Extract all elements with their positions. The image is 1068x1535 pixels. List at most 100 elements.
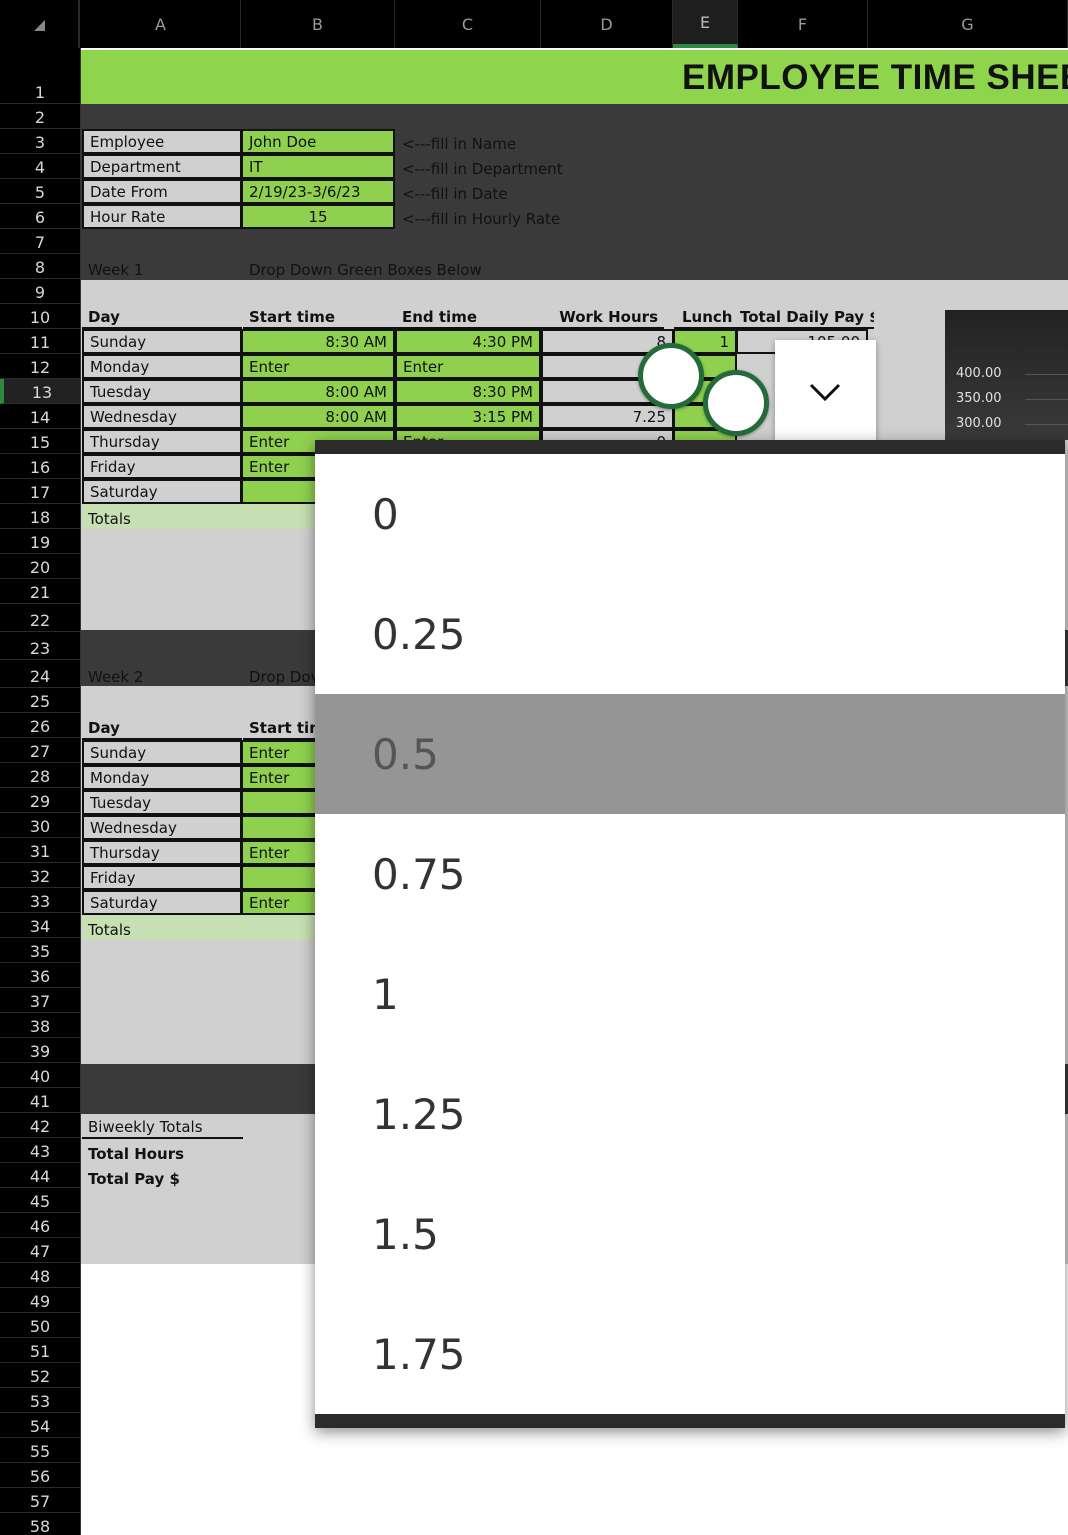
dropdown-option[interactable]: 1.25 bbox=[315, 1054, 1065, 1174]
week2-totals-label[interactable]: Totals bbox=[82, 915, 322, 940]
week1-start-cell[interactable]: Enter bbox=[241, 354, 395, 379]
row-header-35[interactable]: 35 bbox=[0, 938, 80, 963]
week2-day-cell[interactable]: Friday bbox=[82, 865, 242, 890]
week2-day-cell[interactable]: Monday bbox=[82, 765, 242, 790]
week2-start-cell[interactable]: Enter bbox=[241, 890, 321, 915]
row-header-34[interactable]: 34 bbox=[0, 913, 80, 938]
week1-end-cell[interactable]: 3:15 PM bbox=[395, 404, 541, 429]
row-header-29[interactable]: 29 bbox=[0, 788, 80, 813]
week2-start-cell[interactable] bbox=[241, 815, 321, 840]
row-header-5[interactable]: 5 bbox=[0, 179, 80, 204]
week1-start-cell[interactable]: 8:30 AM bbox=[241, 329, 395, 354]
week1-header-day[interactable]: Day bbox=[82, 304, 242, 329]
row-header-48[interactable]: 48 bbox=[0, 1263, 80, 1288]
row-header-45[interactable]: 45 bbox=[0, 1188, 80, 1213]
row-header-17[interactable]: 17 bbox=[0, 479, 80, 504]
column-header-e[interactable]: E bbox=[673, 0, 738, 48]
row-header-43[interactable]: 43 bbox=[0, 1138, 80, 1163]
column-header-g[interactable]: G bbox=[868, 0, 1068, 48]
total-pay-label[interactable]: Total Pay $ bbox=[82, 1164, 243, 1189]
week1-header-start[interactable]: Start time bbox=[243, 304, 396, 329]
employee-value[interactable]: John Doe bbox=[241, 129, 395, 154]
row-header-39[interactable]: 39 bbox=[0, 1038, 80, 1063]
week1-header-pay[interactable]: Total Daily Pay $ bbox=[734, 304, 874, 329]
dropdown-button[interactable] bbox=[775, 340, 876, 440]
row-header-20[interactable]: 20 bbox=[0, 554, 80, 579]
week1-end-cell[interactable]: 8:30 PM bbox=[395, 379, 541, 404]
row-header-30[interactable]: 30 bbox=[0, 813, 80, 838]
row-header-1[interactable]: 1 bbox=[0, 48, 80, 104]
row-header-42[interactable]: 42 bbox=[0, 1113, 80, 1138]
column-header-a[interactable]: A bbox=[81, 0, 241, 48]
dropdown-list[interactable]: 0 0.25 0.5 0.75 1 1.25 1.5 1.75 bbox=[315, 440, 1065, 1428]
week1-start-cell[interactable]: 8:00 AM bbox=[241, 379, 395, 404]
row-header-12[interactable]: 12 bbox=[0, 354, 80, 379]
row-header-8[interactable]: 8 bbox=[0, 254, 80, 279]
week2-start-cell[interactable] bbox=[241, 790, 321, 815]
dropdown-option[interactable]: 0.25 bbox=[315, 574, 1065, 694]
column-header-f[interactable]: F bbox=[738, 0, 868, 48]
week2-header-start[interactable]: Start tim bbox=[243, 715, 323, 740]
week2-start-cell[interactable]: Enter bbox=[241, 740, 321, 765]
row-header-26[interactable]: 26 bbox=[0, 713, 80, 738]
dropdown-option[interactable]: 1 bbox=[315, 934, 1065, 1054]
row-header-57[interactable]: 57 bbox=[0, 1488, 80, 1513]
week1-header-work-hours[interactable]: Work Hours bbox=[541, 304, 664, 329]
column-header-b[interactable]: B bbox=[241, 0, 395, 48]
row-header-6[interactable]: 6 bbox=[0, 204, 80, 229]
row-header-22[interactable]: 22 bbox=[0, 604, 80, 632]
week1-header-lunch[interactable]: Lunch bbox=[674, 304, 738, 329]
row-header-38[interactable]: 38 bbox=[0, 1013, 80, 1038]
row-header-25[interactable]: 25 bbox=[0, 688, 80, 713]
dropdown-option[interactable]: 0.75 bbox=[315, 814, 1065, 934]
hour-rate-value[interactable]: 15 bbox=[241, 204, 395, 229]
week1-end-cell[interactable]: 4:30 PM bbox=[395, 329, 541, 354]
column-header-d[interactable]: D bbox=[541, 0, 673, 48]
row-header-15[interactable]: 15 bbox=[0, 429, 80, 454]
selection-handle-start[interactable] bbox=[638, 343, 704, 409]
date-from-label[interactable]: Date From bbox=[82, 179, 242, 204]
week1-day-cell[interactable]: Wednesday bbox=[82, 404, 242, 429]
row-header-40[interactable]: 40 bbox=[0, 1063, 80, 1088]
week1-totals-label[interactable]: Totals bbox=[82, 504, 322, 529]
row-header-37[interactable]: 37 bbox=[0, 988, 80, 1013]
row-header-36[interactable]: 36 bbox=[0, 963, 80, 988]
row-header-44[interactable]: 44 bbox=[0, 1163, 80, 1188]
row-header-54[interactable]: 54 bbox=[0, 1413, 80, 1438]
row-header-13[interactable]: 13 bbox=[0, 379, 80, 404]
row-header-46[interactable]: 46 bbox=[0, 1213, 80, 1238]
selection-handle-end[interactable] bbox=[703, 370, 769, 436]
row-header-7[interactable]: 7 bbox=[0, 229, 80, 254]
row-header-23[interactable]: 23 bbox=[0, 632, 80, 660]
row-header-33[interactable]: 33 bbox=[0, 888, 80, 913]
column-header-c[interactable]: C bbox=[395, 0, 541, 48]
chart-area[interactable]: 400.00 350.00 300.00 bbox=[945, 310, 1068, 440]
week2-day-cell[interactable]: Tuesday bbox=[82, 790, 242, 815]
row-header-32[interactable]: 32 bbox=[0, 863, 80, 888]
total-hours-label[interactable]: Total Hours bbox=[82, 1139, 243, 1164]
row-header-16[interactable]: 16 bbox=[0, 454, 80, 479]
row-header-18[interactable]: 18 bbox=[0, 504, 80, 529]
week1-day-cell[interactable]: Monday bbox=[82, 354, 242, 379]
dropdown-option[interactable]: 1.5 bbox=[315, 1174, 1065, 1294]
biweekly-totals-label[interactable]: Biweekly Totals bbox=[82, 1114, 243, 1139]
row-header-58[interactable]: 58 bbox=[0, 1513, 80, 1535]
row-header-21[interactable]: 21 bbox=[0, 579, 80, 604]
row-header-31[interactable]: 31 bbox=[0, 838, 80, 863]
week1-day-cell[interactable]: Thursday bbox=[82, 429, 242, 454]
row-header-56[interactable]: 56 bbox=[0, 1463, 80, 1488]
row-header-49[interactable]: 49 bbox=[0, 1288, 80, 1313]
dropdown-option[interactable]: 1.75 bbox=[315, 1294, 1065, 1414]
row-header-11[interactable]: 11 bbox=[0, 329, 80, 354]
week2-start-cell[interactable]: Enter bbox=[241, 840, 321, 865]
dropdown-option[interactable]: 0 bbox=[315, 454, 1065, 574]
row-header-28[interactable]: 28 bbox=[0, 763, 80, 788]
row-header-19[interactable]: 19 bbox=[0, 529, 80, 554]
week2-day-cell[interactable]: Sunday bbox=[82, 740, 242, 765]
row-header-24[interactable]: 24 bbox=[0, 660, 80, 688]
row-header-4[interactable]: 4 bbox=[0, 154, 80, 179]
row-header-14[interactable]: 14 bbox=[0, 404, 80, 429]
row-header-53[interactable]: 53 bbox=[0, 1388, 80, 1413]
department-label[interactable]: Department bbox=[82, 154, 242, 179]
dropdown-option[interactable]: 0.5 bbox=[315, 694, 1065, 814]
